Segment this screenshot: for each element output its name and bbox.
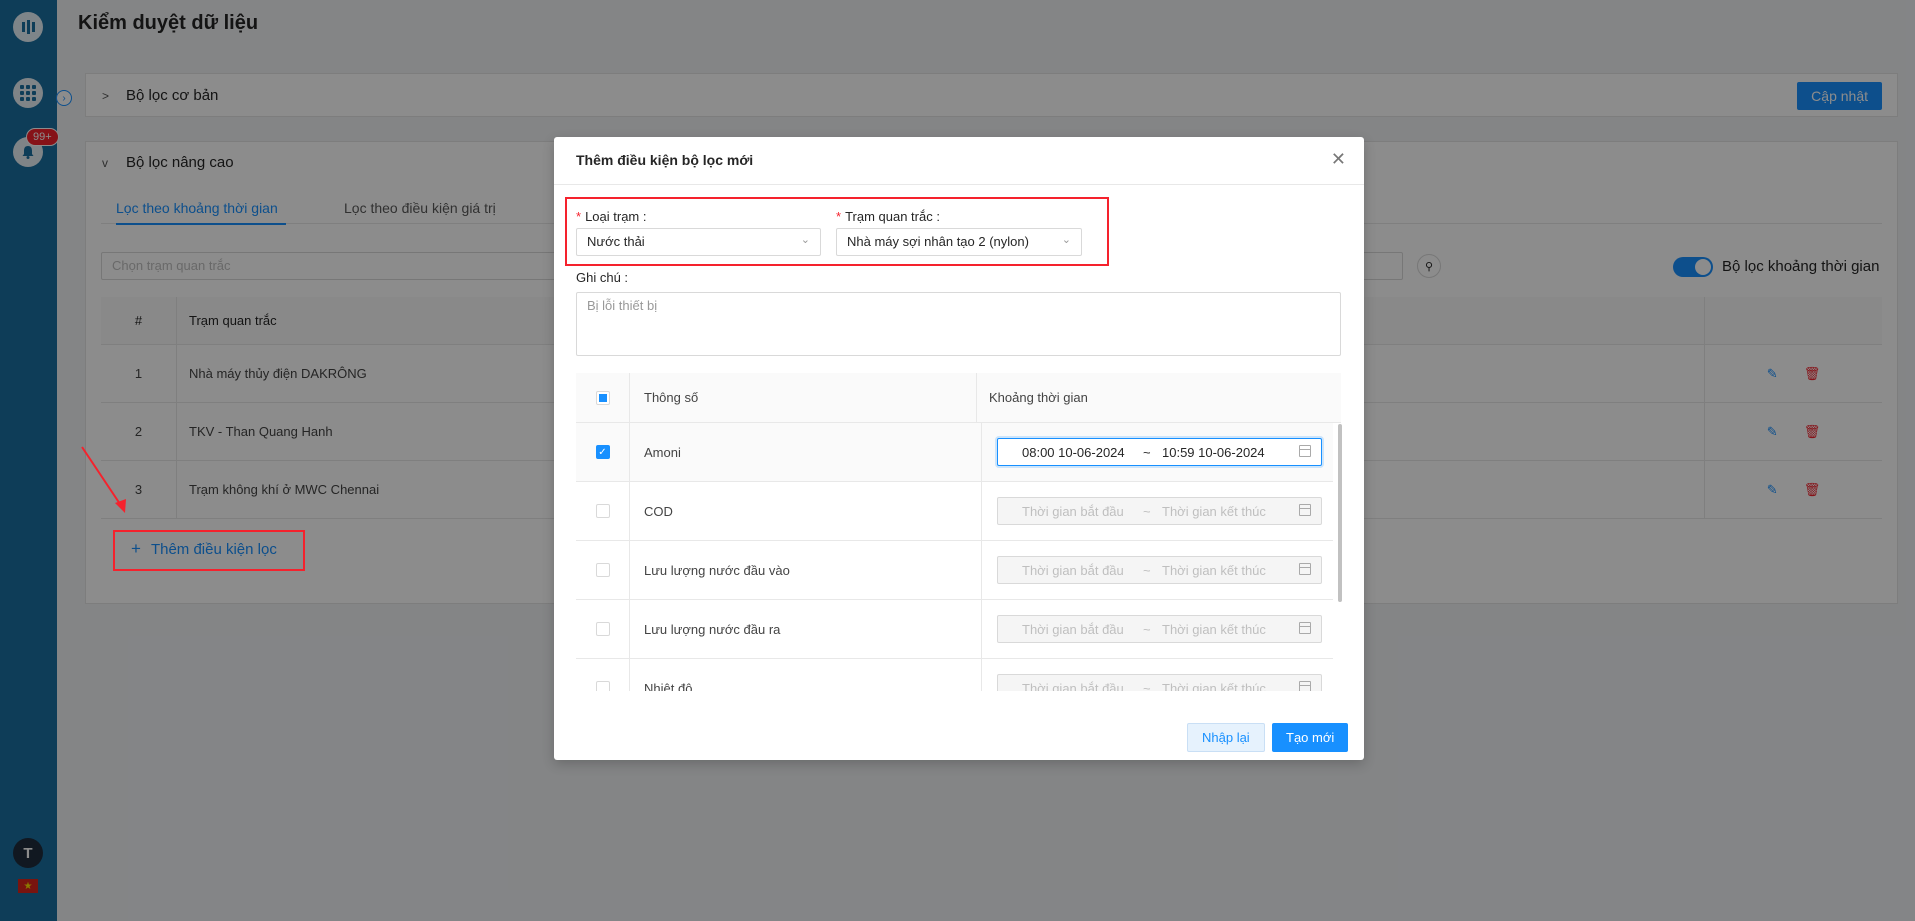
calendar-icon [1299,445,1311,457]
row-checkbox[interactable] [595,681,610,691]
table-row: Lưu lượng nước đầu ra Thời gian bắt đầu … [576,600,1333,659]
range-separator: ~ [1143,562,1151,578]
calendar-icon [1299,563,1311,575]
select-all-checkbox[interactable] [595,390,610,405]
parameter-table: Thông số Khoảng thời gian ✓ Amoni 08:00 … [576,373,1341,691]
row-checkbox[interactable] [595,504,610,518]
range-end[interactable]: Thời gian kết thúc [1162,622,1266,637]
range-end[interactable]: 10:59 10-06-2024 [1162,445,1265,460]
table-row: ✓ Amoni 08:00 10-06-2024 ~ 10:59 10-06-2… [576,423,1333,482]
time-range-picker[interactable]: Thời gian bắt đầu ~ Thời gian kết thúc [997,615,1322,643]
range-start[interactable]: 08:00 10-06-2024 [1022,445,1125,460]
parameter-table-header: Thông số Khoảng thời gian [576,373,1341,423]
parameter-name: Nhiệt độ [644,680,693,692]
range-end[interactable]: Thời gian kết thúc [1162,504,1266,519]
table-scrollbar[interactable] [1338,424,1342,602]
calendar-icon [1299,681,1311,691]
table-row: COD Thời gian bắt đầu ~ Thời gian kết th… [576,482,1333,541]
highlight-box-station-fields [565,197,1109,266]
calendar-icon [1299,622,1311,634]
range-start[interactable]: Thời gian bắt đầu [1022,622,1124,637]
time-range-picker[interactable]: Thời gian bắt đầu ~ Thời gian kết thúc [997,497,1322,525]
close-icon[interactable]: ✕ [1331,149,1346,170]
note-label-text: Ghi chú [576,270,621,285]
row-checkbox[interactable]: ✓ [595,445,610,459]
parameter-name: COD [644,503,673,519]
range-separator: ~ [1143,444,1151,460]
range-separator: ~ [1143,680,1151,692]
range-separator: ~ [1143,503,1151,519]
col-header-time-range: Khoảng thời gian [976,373,1341,422]
range-end[interactable]: Thời gian kết thúc [1162,563,1266,578]
annotation-arrow-icon [81,446,126,513]
calendar-icon [1299,504,1311,516]
range-start[interactable]: Thời gian bắt đầu [1022,681,1124,692]
highlight-box-add-button [113,530,305,571]
time-range-picker[interactable]: 08:00 10-06-2024 ~ 10:59 10-06-2024 [997,438,1322,466]
range-separator: ~ [1143,621,1151,637]
range-end[interactable]: Thời gian kết thúc [1162,681,1266,692]
table-row: Lưu lượng nước đầu vào Thời gian bắt đầu… [576,541,1333,600]
modal-divider [554,184,1364,185]
parameter-name: Lưu lượng nước đầu ra [644,621,781,637]
create-button[interactable]: Tạo mới [1272,723,1349,752]
time-range-picker[interactable]: Thời gian bắt đầu ~ Thời gian kết thúc [997,556,1322,584]
time-range-picker[interactable]: Thời gian bắt đầu ~ Thời gian kết thúc [997,674,1322,691]
table-row: Nhiệt độ Thời gian bắt đầu ~ Thời gian k… [576,659,1333,691]
note-label: Ghi chú : [576,270,629,285]
col-header-parameter: Thông số [644,390,699,405]
range-start[interactable]: Thời gian bắt đầu [1022,563,1124,578]
row-checkbox[interactable] [595,563,610,577]
reset-button[interactable]: Nhập lại [1187,723,1265,752]
range-start[interactable]: Thời gian bắt đầu [1022,504,1124,519]
note-textarea[interactable]: Bị lỗi thiết bị [576,292,1341,356]
row-checkbox[interactable] [595,622,610,636]
modal-title: Thêm điều kiện bộ lọc mới [576,152,754,168]
parameter-name: Lưu lượng nước đầu vào [644,562,790,578]
parameter-name: Amoni [644,444,681,460]
